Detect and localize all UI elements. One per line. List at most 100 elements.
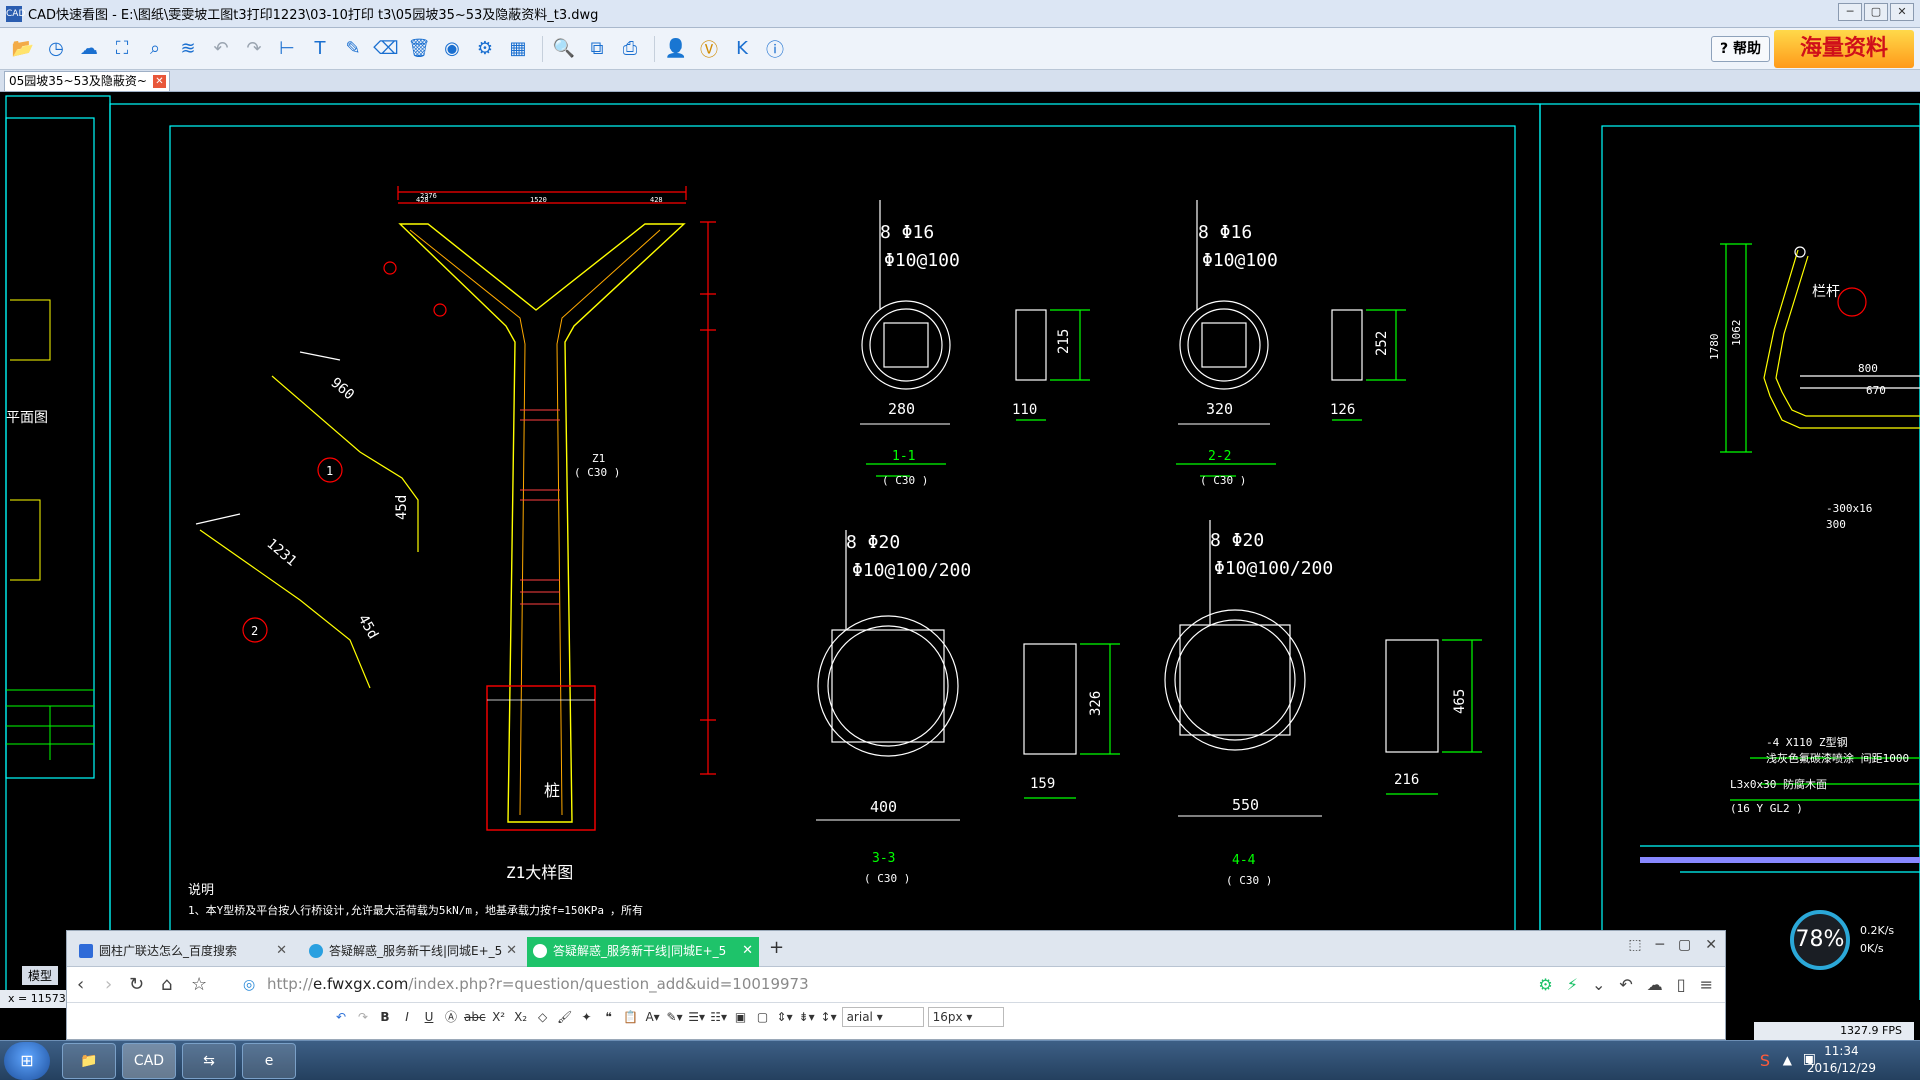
text-icon[interactable]: T [305, 34, 335, 64]
pile-label: 桩 [544, 781, 560, 800]
new-tab-button[interactable]: + [769, 937, 784, 958]
pen-icon[interactable]: ✎ [338, 34, 368, 64]
measure-icon[interactable]: ⊢ [272, 34, 302, 64]
paste-text-icon[interactable]: 📋 [622, 1007, 640, 1027]
s11-grade: ( C30 ) [882, 474, 928, 487]
clear-format-icon[interactable]: ◇ [534, 1007, 552, 1027]
info-icon[interactable]: ⓘ [760, 34, 790, 64]
settings-icon[interactable]: ⚙ [470, 34, 500, 64]
layers-icon[interactable]: ≋ [173, 34, 203, 64]
dropdown-icon[interactable]: ⌄ [1592, 975, 1605, 994]
highlight-icon[interactable]: ✎▾ [666, 1007, 684, 1027]
promo-banner[interactable]: 海量资料 [1774, 30, 1914, 68]
refresh-icon[interactable]: ↻ [129, 974, 144, 995]
rail-dim2: 670 [1866, 384, 1886, 397]
browser-tab-1[interactable]: 圆柱广联达怎么_百度搜索 ✕ [73, 937, 293, 967]
tab-close-icon[interactable]: ✕ [506, 937, 517, 965]
start-button[interactable]: ⊞ [4, 1042, 50, 1080]
vip-icon[interactable]: Ⓥ [694, 34, 724, 64]
fit-icon[interactable]: ⛶ [107, 34, 137, 64]
minimize-button[interactable]: ─ [1838, 3, 1862, 21]
home-icon[interactable]: ⌂ [161, 974, 172, 995]
magnifier-icon[interactable]: 🔍 [549, 34, 579, 64]
copy-icon[interactable]: ⧉ [582, 34, 612, 64]
browser-minimize-button[interactable]: ─ [1656, 937, 1664, 953]
clock-date: 2016/12/29 [1806, 1061, 1876, 1075]
line-height-icon[interactable]: ↕▾ [820, 1007, 838, 1027]
maximize-button[interactable]: ▢ [1864, 3, 1888, 21]
browser-tab-2[interactable]: 答疑解惑_服务新干线|同城E+_5 ✕ [303, 937, 523, 967]
cad-app-button[interactable]: CAD [122, 1043, 176, 1079]
doc-tab[interactable]: 05园坡35~53及隐蔽资~ ✕ [4, 71, 170, 92]
app-icon: CAD [6, 5, 25, 22]
browser-tab-3[interactable]: 答疑解惑_服务新干线|同城E+_5 ✕ [527, 937, 759, 967]
undo-close-icon[interactable]: ↶ [1619, 975, 1632, 994]
font-color-icon[interactable]: A▾ [644, 1007, 662, 1027]
back-icon[interactable]: ‹ [77, 974, 84, 995]
delete-icon[interactable]: 🗑 [404, 34, 434, 64]
print-icon[interactable]: ⎙ [615, 34, 645, 64]
redo-icon[interactable]: ↷ [239, 34, 269, 64]
doc-tab-close-button[interactable]: ✕ [152, 75, 166, 88]
superscript-icon[interactable]: X² [490, 1007, 508, 1027]
format-painter-icon[interactable]: 🖌 [556, 1007, 574, 1027]
font-size-select[interactable]: 16px ▾ [927, 1007, 1004, 1027]
browser-skin-button[interactable]: ⬚ [1628, 937, 1641, 953]
browser-close-button[interactable]: ✕ [1705, 937, 1717, 953]
browser-maximize-button[interactable]: ▢ [1678, 937, 1691, 953]
explorer-app-button[interactable]: 📁 [62, 1043, 116, 1079]
site-icon [309, 944, 323, 958]
menu-icon[interactable]: ≡ [1700, 975, 1713, 994]
cloud-icon[interactable]: ☁ [74, 34, 104, 64]
teamviewer-app-button[interactable]: ⇆ [182, 1043, 236, 1079]
strikethrough-icon[interactable]: abc [464, 1007, 486, 1027]
bold-icon[interactable]: B [376, 1007, 394, 1027]
font-family-select[interactable]: arial ▾ [841, 1007, 924, 1027]
auto-format-icon[interactable]: ✦ [578, 1007, 596, 1027]
doc-tab-label: 05园坡35~53及隐蔽资~ [9, 74, 147, 88]
lightning-icon[interactable]: ⚡ [1567, 975, 1578, 994]
security-icon[interactable]: ⚙ [1538, 975, 1552, 994]
model-tab[interactable]: 模型 [22, 966, 59, 985]
clear-doc-icon[interactable]: ▢ [754, 1007, 772, 1027]
tab-close-icon[interactable]: ✕ [742, 937, 753, 965]
tab-close-icon[interactable]: ✕ [276, 937, 287, 965]
undo-icon[interactable]: ↶ [206, 34, 236, 64]
subscript-icon[interactable]: X₂ [512, 1007, 530, 1027]
url-field[interactable]: http://e.fwxgx.com/index.php?r=question/… [267, 975, 809, 993]
browser-app-button[interactable]: e [242, 1043, 296, 1079]
hide-icon[interactable]: ◉ [437, 34, 467, 64]
mobile-icon[interactable]: ▯ [1677, 975, 1686, 994]
cad-canvas[interactable]: 2376 428 1520 428 Z1 ( C30 ) 桩 Z1大样图 960… [0, 92, 1920, 1000]
close-button[interactable]: ✕ [1890, 3, 1914, 21]
recent-icon[interactable]: ◷ [41, 34, 71, 64]
ordered-list-icon[interactable]: ☰▾ [688, 1007, 706, 1027]
select-all-icon[interactable]: ▣ [732, 1007, 750, 1027]
unordered-list-icon[interactable]: ☷▾ [710, 1007, 728, 1027]
underline-icon[interactable]: U [420, 1007, 438, 1027]
eraser-icon[interactable]: ⌫ [371, 34, 401, 64]
s11-diameter: 280 [888, 400, 915, 418]
network-gauge[interactable]: 78% [1790, 910, 1850, 970]
sogou-icon[interactable]: S [1760, 1051, 1770, 1070]
k-icon[interactable]: K [727, 34, 757, 64]
page-info-icon[interactable]: ◎ [243, 977, 255, 993]
zoom-window-icon[interactable]: ⌕ [140, 34, 170, 64]
favorite-icon[interactable]: ☆ [191, 974, 207, 995]
font-border-icon[interactable]: Ⓐ [442, 1007, 460, 1027]
system-clock[interactable]: 11:34 2016/12/29 [1807, 1043, 1876, 1077]
upload-speed: 0.2K/s [1860, 924, 1895, 937]
italic-icon[interactable]: I [398, 1007, 416, 1027]
forward-icon[interactable]: › [105, 974, 112, 995]
compare-icon[interactable]: ▦ [503, 34, 533, 64]
open-icon[interactable]: 📂 [8, 34, 38, 64]
user-icon[interactable]: 👤 [661, 34, 691, 64]
editor-undo-icon[interactable]: ↶ [332, 1007, 350, 1027]
quote-icon[interactable]: ❝ [600, 1007, 618, 1027]
row-spacing-icon[interactable]: ⇕▾ [776, 1007, 794, 1027]
tray-expand-icon[interactable]: ▲ [1783, 1053, 1792, 1067]
paragraph-spacing-icon[interactable]: ⇟▾ [798, 1007, 816, 1027]
help-button[interactable]: ? 帮助 [1711, 36, 1770, 62]
editor-redo-icon[interactable]: ↷ [354, 1007, 372, 1027]
cloud-sync-icon[interactable]: ☁ [1647, 975, 1663, 994]
